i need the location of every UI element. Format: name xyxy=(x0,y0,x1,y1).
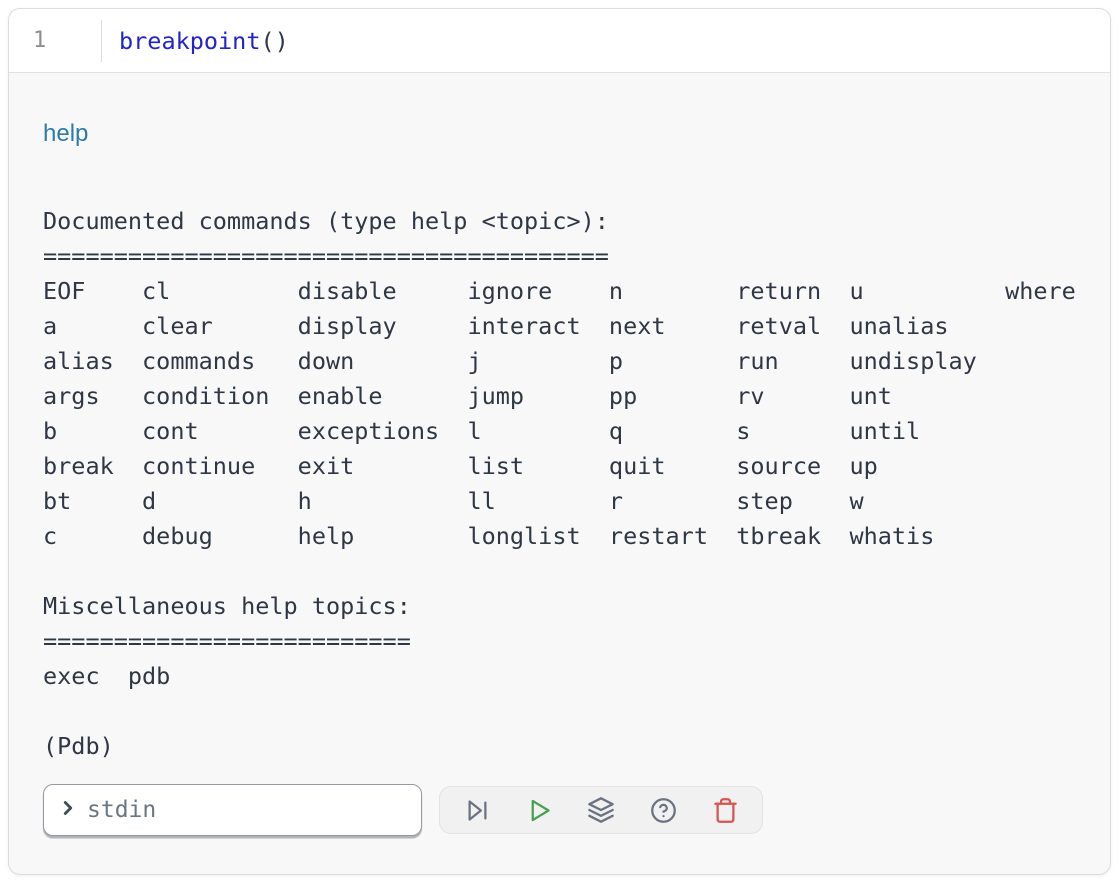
stack-button[interactable] xyxy=(570,787,632,833)
code-content[interactable]: breakpoint() xyxy=(119,27,289,55)
line-number: 1 xyxy=(9,28,101,53)
stdin-input[interactable] xyxy=(87,797,409,823)
echoed-command: help xyxy=(43,119,1076,149)
layers-icon xyxy=(587,796,615,824)
code-token-function: breakpoint xyxy=(119,27,260,55)
stdin-box[interactable] xyxy=(43,784,422,836)
chevron-right-icon xyxy=(57,797,79,824)
gutter-divider xyxy=(101,20,102,62)
debugger-input-row xyxy=(43,784,1076,836)
debugger-cell: 1 breakpoint() help Documented commands … xyxy=(8,8,1111,875)
step-button[interactable] xyxy=(446,787,508,833)
trash-icon xyxy=(712,797,739,824)
help-circle-icon xyxy=(650,797,677,824)
skip-forward-icon xyxy=(464,797,491,824)
clear-button[interactable] xyxy=(694,787,756,833)
debugger-toolbar xyxy=(439,786,763,834)
code-token-parens: () xyxy=(260,27,288,55)
pdb-output: Documented commands (type help <topic>):… xyxy=(43,204,1076,764)
run-button[interactable] xyxy=(508,787,570,833)
play-icon xyxy=(526,797,553,824)
console-panel: help Documented commands (type help <top… xyxy=(9,73,1110,836)
code-editor-line[interactable]: 1 breakpoint() xyxy=(9,9,1110,73)
help-button[interactable] xyxy=(632,787,694,833)
